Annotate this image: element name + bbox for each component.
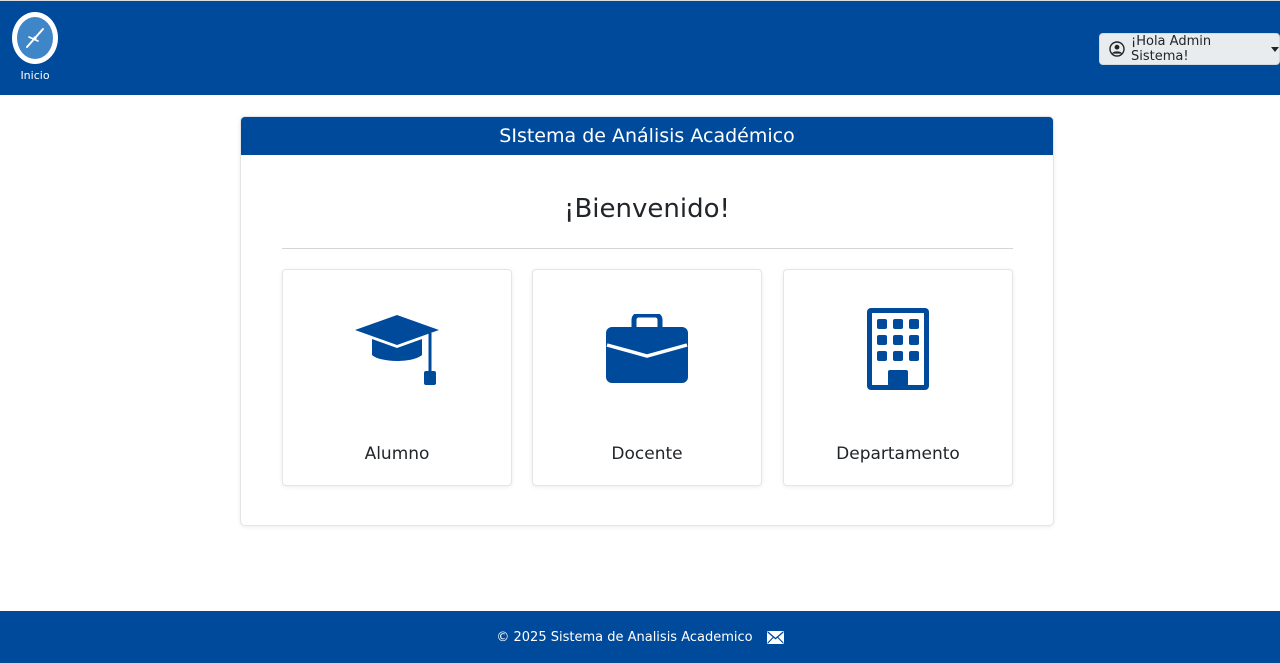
compass-logo-icon [12,12,58,64]
tile-alumno[interactable]: Alumno [282,269,512,486]
envelope-icon[interactable] [766,630,784,644]
tile-label: Departamento [836,444,960,464]
graduation-cap-icon [352,304,442,394]
home-label: Inicio [20,69,50,82]
tile-departamento[interactable]: Departamento [783,269,1013,486]
top-navbar: Inicio ¡Hola Admin Sistema! [0,0,1280,95]
divider [282,248,1013,249]
tile-docente[interactable]: Docente [532,269,762,486]
briefcase-icon [602,304,692,394]
main-card: SIstema de Análisis Académico ¡Bienvenid… [240,116,1054,526]
card-header: SIstema de Análisis Académico [241,117,1053,155]
tile-label: Alumno [364,444,430,464]
card-title: SIstema de Análisis Académico [499,125,795,147]
footer-copyright: © 2025 Sistema de Analisis Academico [496,629,753,645]
home-link[interactable]: Inicio [11,12,59,82]
chevron-down-icon [1271,46,1279,52]
user-circle-icon [1109,41,1125,57]
welcome-heading: ¡Bienvenido! [564,194,730,224]
user-menu-label: ¡Hola Admin Sistema! [1131,34,1212,64]
footer: © 2025 Sistema de Analisis Academico [0,611,1280,663]
user-menu-button[interactable]: ¡Hola Admin Sistema! [1099,33,1280,65]
tile-label: Docente [611,444,683,464]
building-icon [853,304,943,394]
